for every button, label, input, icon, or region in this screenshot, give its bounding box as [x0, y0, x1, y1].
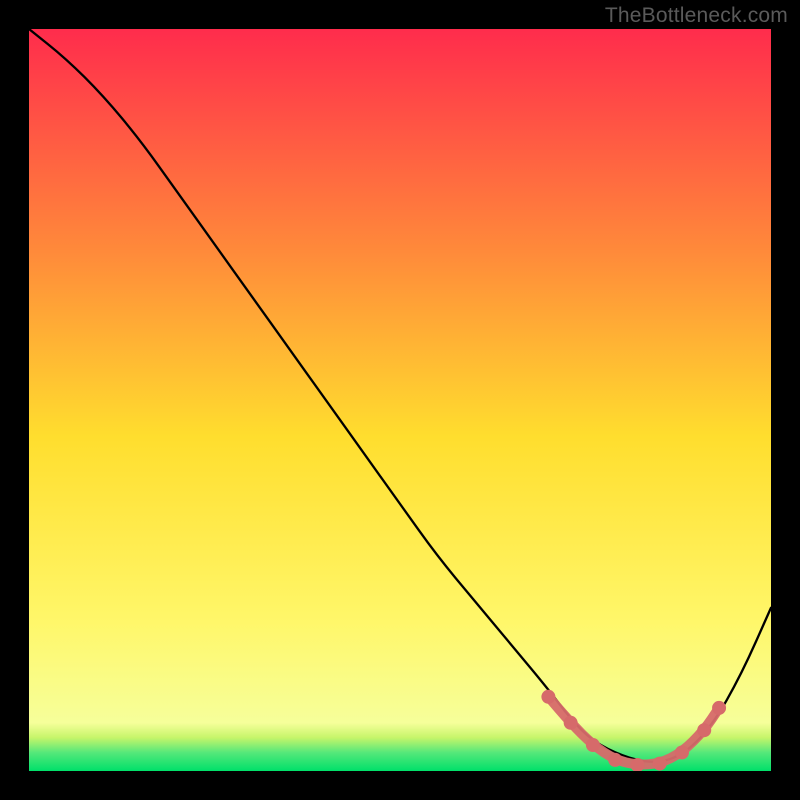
plot-area: [29, 29, 771, 771]
highlight-dot: [675, 745, 689, 759]
chart-frame: TheBottleneck.com: [0, 0, 800, 800]
highlight-dot: [608, 753, 622, 767]
highlight-dot: [653, 757, 667, 771]
highlight-dot: [586, 738, 600, 752]
highlight-dot: [697, 723, 711, 737]
highlight-dot: [712, 701, 726, 715]
watermark-text: TheBottleneck.com: [605, 4, 788, 28]
chart-svg: [29, 29, 771, 771]
highlight-dot: [541, 690, 555, 704]
highlight-dot: [564, 716, 578, 730]
